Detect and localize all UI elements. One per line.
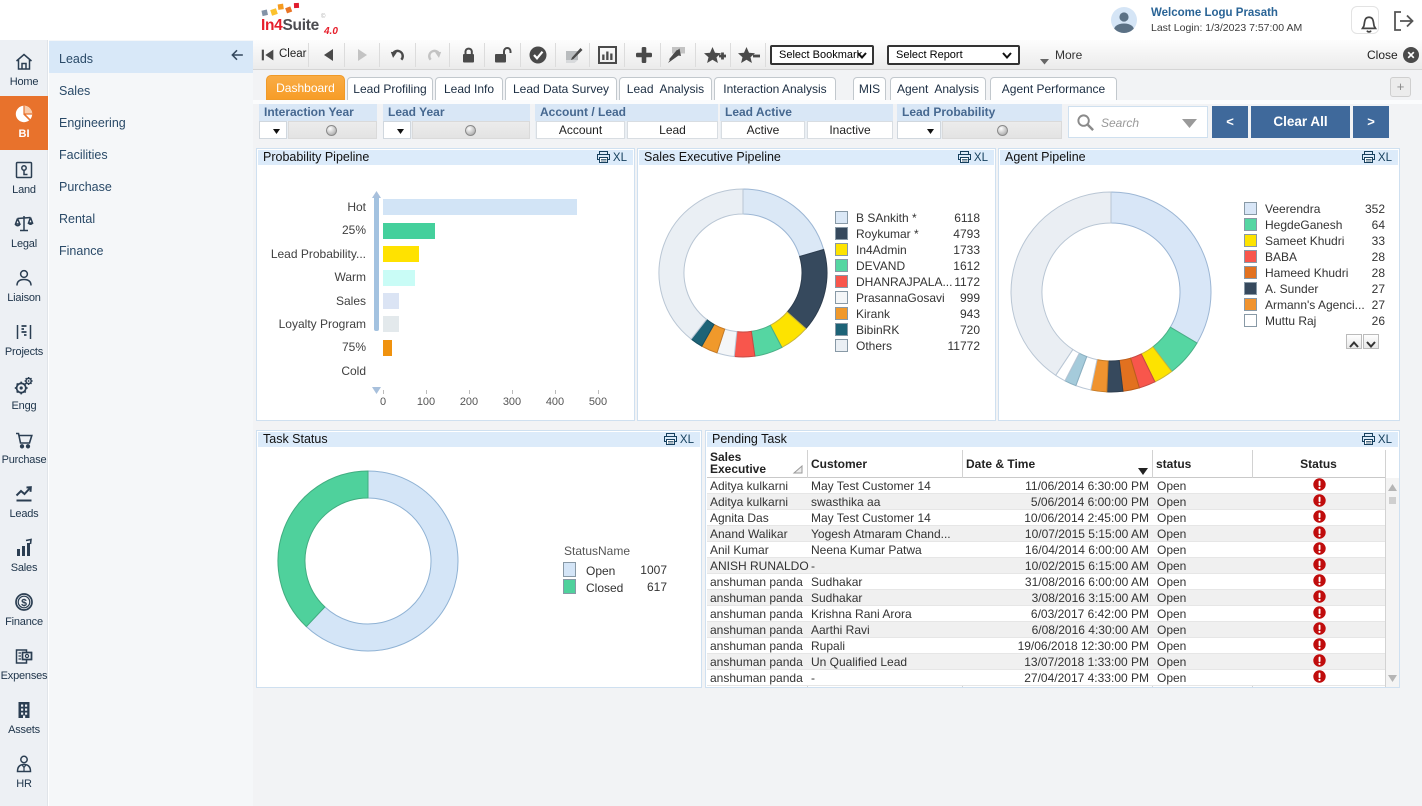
svg-text:©: © — [321, 13, 326, 20]
svg-text:4.0: 4.0 — [323, 26, 338, 37]
svg-text:$: $ — [21, 597, 27, 609]
svg-text:In4Suite: In4Suite — [261, 17, 320, 34]
